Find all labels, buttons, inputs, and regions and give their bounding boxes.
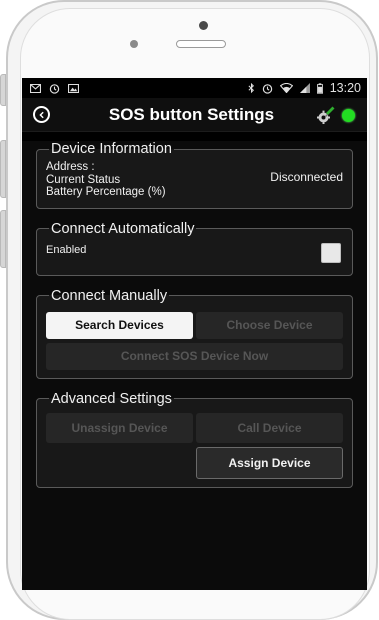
- page-title: SOS button Settings: [108, 104, 275, 124]
- choose-device-button[interactable]: Choose Device: [196, 311, 343, 339]
- battery-percentage-label: Battery Percentage (%): [46, 186, 166, 198]
- section-title: Connect Automatically: [51, 220, 195, 237]
- front-camera: [199, 21, 208, 30]
- settings-content: Device Information Address : Current Sta…: [22, 141, 367, 590]
- wifi-icon: [279, 83, 293, 93]
- alarm-icon: [262, 83, 272, 94]
- earpiece-speaker: [176, 40, 226, 48]
- section-title: Advanced Settings: [51, 390, 172, 407]
- connect-sos-device-button[interactable]: Connect SOS Device Now: [46, 342, 343, 370]
- connect-manually-section: Connect Manually Search Devices Choose D…: [36, 287, 353, 379]
- phone-screen: 13:20 SOS button Settings Device Informa…: [22, 78, 367, 590]
- section-title: Device Information: [51, 141, 172, 157]
- connection-status-indicator: [342, 108, 355, 122]
- mute-switch: [0, 74, 6, 106]
- unassign-device-button[interactable]: Unassign Device: [46, 412, 193, 443]
- battery-icon: [316, 82, 323, 94]
- proximity-sensor: [130, 40, 138, 48]
- settings-icon[interactable]: [317, 106, 335, 124]
- assign-device-button[interactable]: Assign Device: [196, 446, 343, 479]
- device-information-section: Device Information Address : Current Sta…: [36, 141, 353, 209]
- signal-icon: [299, 83, 310, 93]
- search-devices-button[interactable]: Search Devices: [46, 311, 193, 339]
- app-bar: SOS button Settings: [22, 98, 367, 132]
- volume-up-button: [0, 140, 6, 198]
- enabled-label: Enabled: [46, 243, 87, 256]
- bluetooth-icon: [248, 82, 254, 93]
- clock: 13:20: [329, 81, 361, 95]
- section-title: Connect Manually: [51, 287, 168, 304]
- volume-down-button: [0, 210, 6, 268]
- current-status-label: Current Status: [46, 173, 121, 186]
- mail-icon: [30, 83, 41, 93]
- status-bar: 13:20: [22, 78, 367, 98]
- advanced-settings-section: Advanced Settings Unassign Device Call D…: [36, 390, 353, 488]
- call-device-button[interactable]: Call Device: [196, 412, 343, 443]
- connect-automatically-section: Connect Automatically Enabled: [36, 220, 353, 276]
- current-status-value: Disconnected: [270, 169, 343, 184]
- alarm-icon: [49, 83, 60, 94]
- image-icon: [68, 83, 79, 93]
- enabled-checkbox[interactable]: [321, 242, 341, 263]
